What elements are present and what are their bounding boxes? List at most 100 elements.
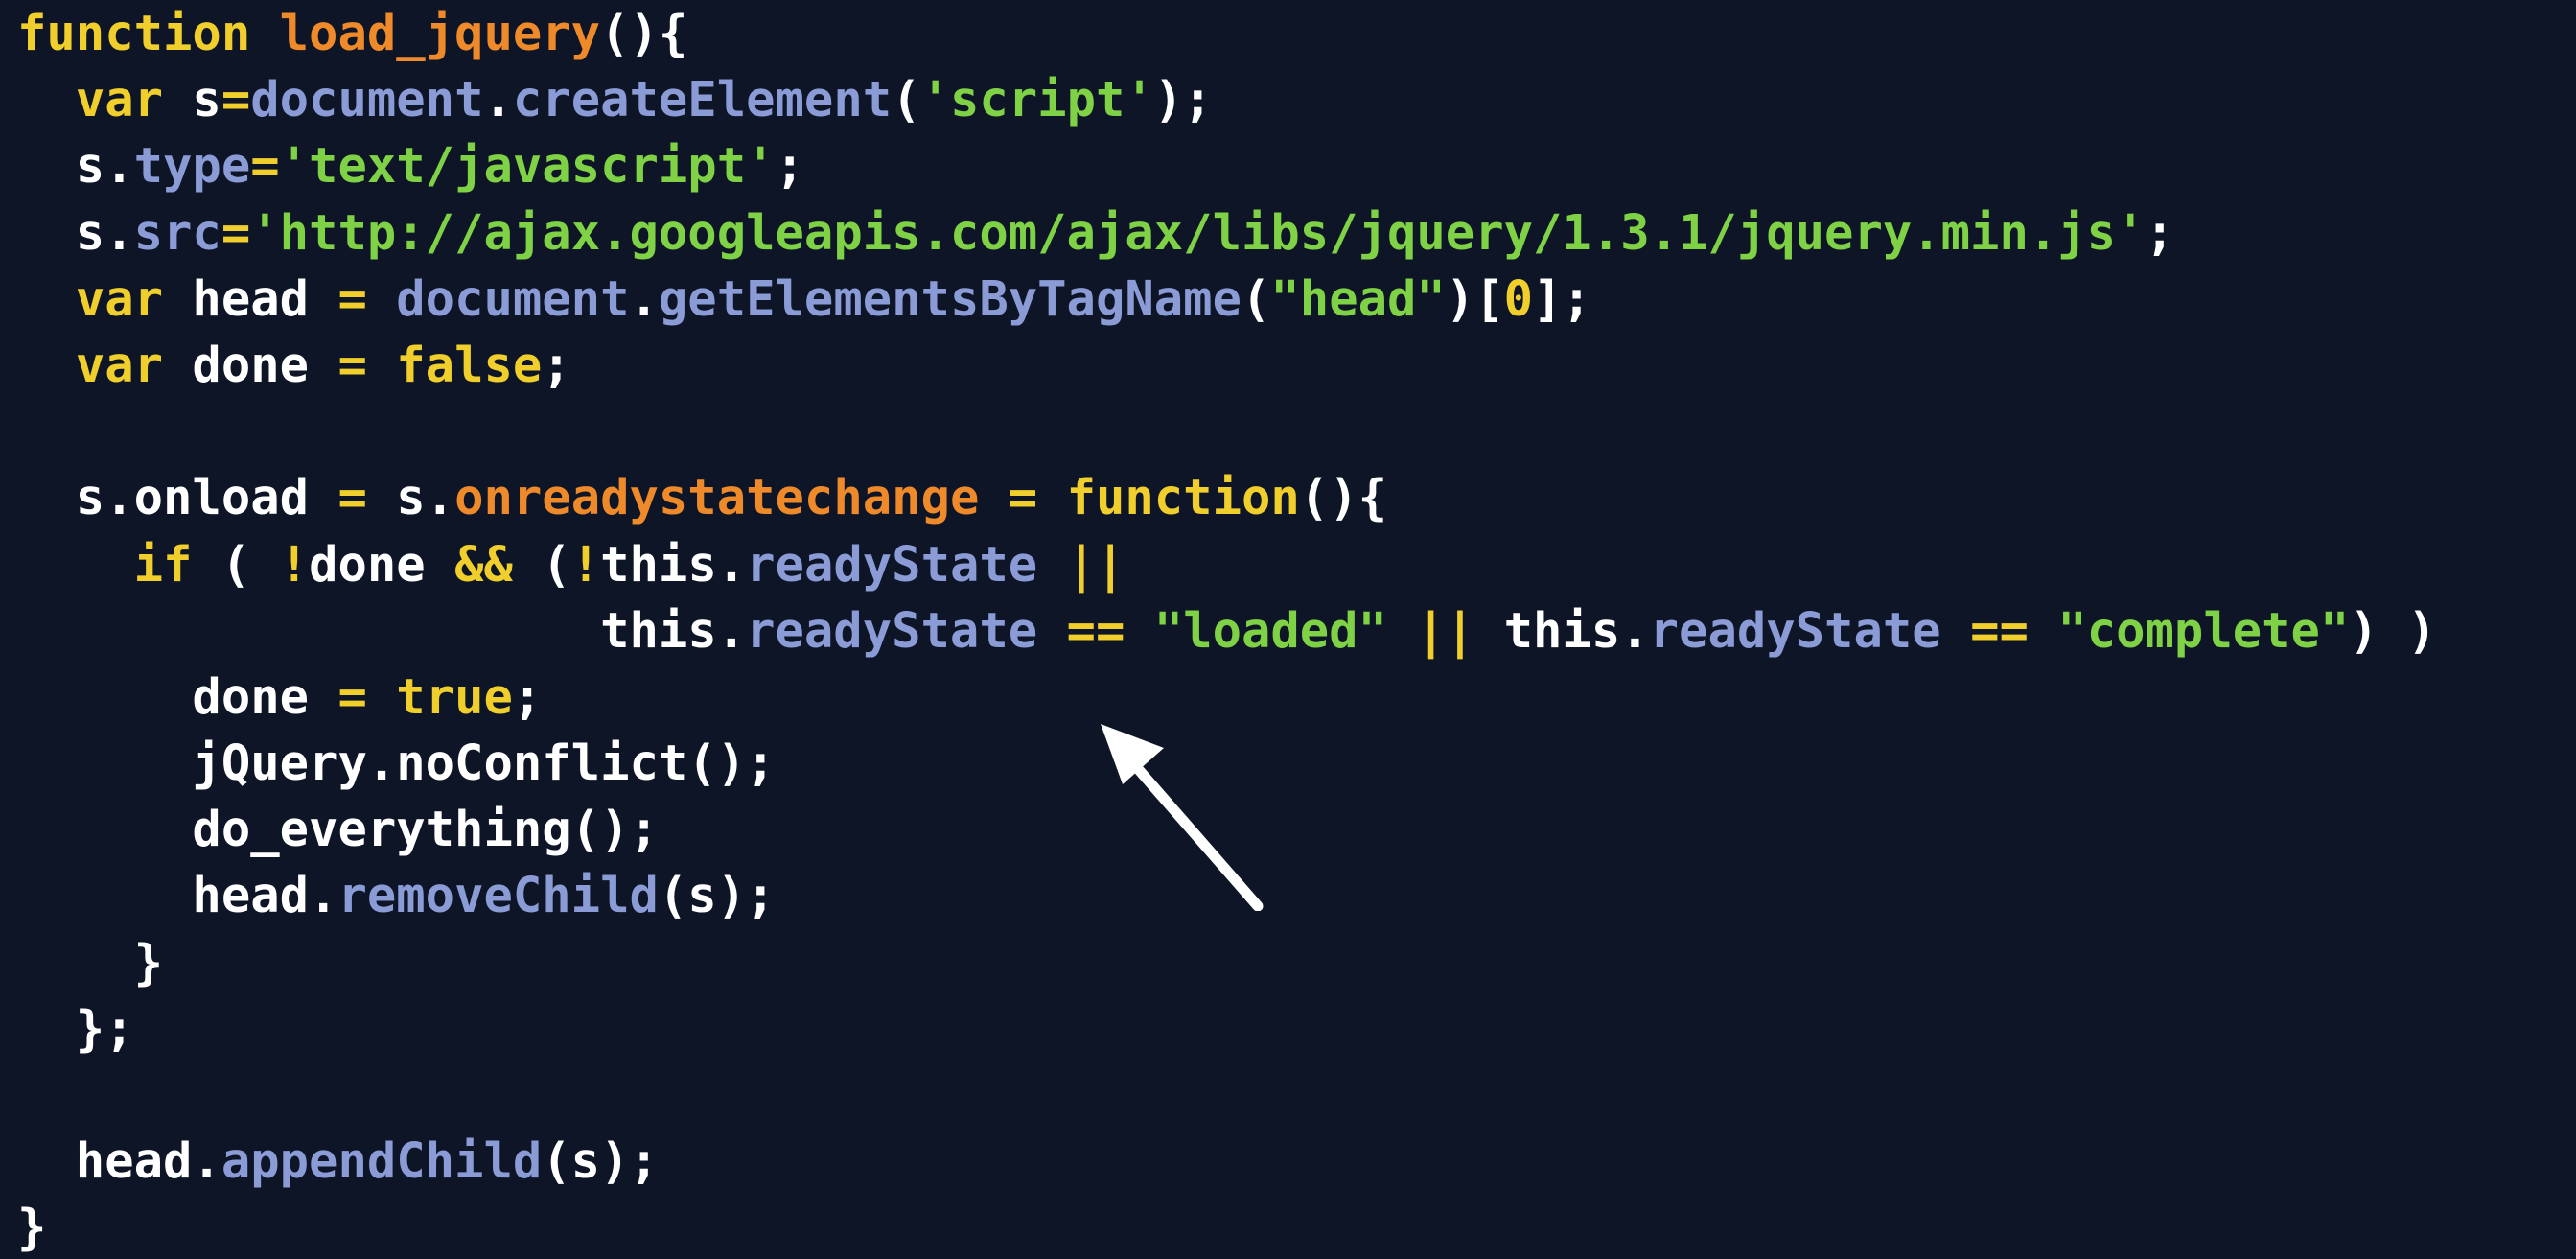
code-token: ; <box>2145 203 2174 261</box>
code-editor-panel: function load_jquery(){ var s=document.c… <box>0 0 2576 1259</box>
code-token: 'text/javascript' <box>279 137 776 195</box>
code-token: "complete" <box>2057 601 2350 659</box>
code-token: ( <box>192 535 280 593</box>
code-token: type <box>133 137 251 195</box>
code-token: ! <box>279 535 310 593</box>
code-token: 'script' <box>920 71 1154 128</box>
code-token: . <box>629 269 659 327</box>
code-token: readyState <box>746 601 1038 659</box>
code-token: ( <box>512 535 571 593</box>
code-token: == <box>1970 601 2029 659</box>
code-token: this. <box>600 535 747 593</box>
code-token: function <box>1066 469 1300 526</box>
code-token: this. <box>1474 601 1650 659</box>
code-token: ( <box>892 71 921 128</box>
code-token: var <box>75 269 164 327</box>
code-line: this.readyState == "loaded" || this.read… <box>17 597 2437 664</box>
code-token: s.onload <box>17 469 338 526</box>
code-token: 0 <box>1503 269 1534 327</box>
code-token: == <box>1066 601 1126 659</box>
code-token: var <box>75 71 164 128</box>
code-token: = <box>337 667 367 725</box>
code-line: var head = document.getElementsByTagName… <box>17 266 2437 332</box>
code-token: appendChild <box>220 1132 543 1190</box>
code-line: if ( !done && (!this.readyState || <box>17 531 2437 597</box>
code-token: s. <box>17 203 134 261</box>
code-token: function <box>17 5 251 61</box>
code-token: ]; <box>1533 269 1591 327</box>
code-token: = <box>220 203 251 261</box>
code-token: (){ <box>600 5 688 61</box>
code-token: s <box>163 71 221 128</box>
code-token: done <box>17 667 338 725</box>
code-token: jQuery.noConflict(); <box>17 734 776 792</box>
code-token: head <box>163 269 338 327</box>
code-token: createElement <box>512 71 893 128</box>
code-token: document <box>396 269 630 327</box>
code-token: = <box>337 269 367 327</box>
code-line: s.onload = s.onreadystatechange = functi… <box>17 464 2437 530</box>
code-token: src <box>133 203 221 261</box>
code-token: ; <box>542 336 571 393</box>
code-token: done <box>163 336 338 393</box>
code-token: || <box>1066 535 1126 593</box>
code-token: = <box>220 71 251 128</box>
code-line: } <box>17 1194 2437 1259</box>
code-token: readyState <box>1649 601 1941 659</box>
code-token: (s); <box>542 1132 659 1190</box>
code-token: document <box>250 71 484 128</box>
code-token: "head" <box>1270 269 1446 327</box>
code-block: function load_jquery(){ var s=document.c… <box>17 0 2437 1259</box>
code-token: (s); <box>658 867 776 924</box>
code-line: function load_jquery(){ <box>17 0 2437 66</box>
code-line: } <box>17 929 2437 995</box>
code-token: }; <box>17 999 134 1057</box>
code-token: "loaded" <box>1153 601 1387 659</box>
code-token: ( <box>1241 269 1271 327</box>
code-token: head. <box>17 1132 221 1190</box>
code-line: head.appendChild(s); <box>17 1128 2437 1194</box>
code-token: . <box>483 71 513 128</box>
code-token: do_everything(); <box>17 801 659 858</box>
code-line: }; <box>17 995 2437 1061</box>
code-token: } <box>17 1199 47 1256</box>
code-token: readyState <box>746 535 1038 593</box>
code-token: false <box>396 336 543 393</box>
code-token: = <box>337 469 367 526</box>
code-token: = <box>250 137 280 195</box>
code-token: = <box>1008 469 1038 526</box>
code-token: = <box>337 336 367 393</box>
code-token: true <box>396 667 513 725</box>
code-token: done <box>309 535 455 593</box>
code-line: s.src='http://ajax.googleapis.com/ajax/l… <box>17 199 2437 266</box>
code-token: && <box>454 535 513 593</box>
code-token: this. <box>17 601 747 659</box>
code-token: onreadystatechange <box>454 469 980 526</box>
code-token: getElementsByTagName <box>658 269 1242 327</box>
code-token: s. <box>366 469 455 526</box>
code-token: load_jquery <box>279 5 601 61</box>
arrow-up-left-icon <box>1101 724 1264 911</box>
code-line: var s=document.createElement('script'); <box>17 66 2437 132</box>
code-line: var done = false; <box>17 332 2437 398</box>
code-token: 'http://ajax.googleapis.com/ajax/libs/jq… <box>250 203 2146 261</box>
code-token: ; <box>775 137 804 195</box>
